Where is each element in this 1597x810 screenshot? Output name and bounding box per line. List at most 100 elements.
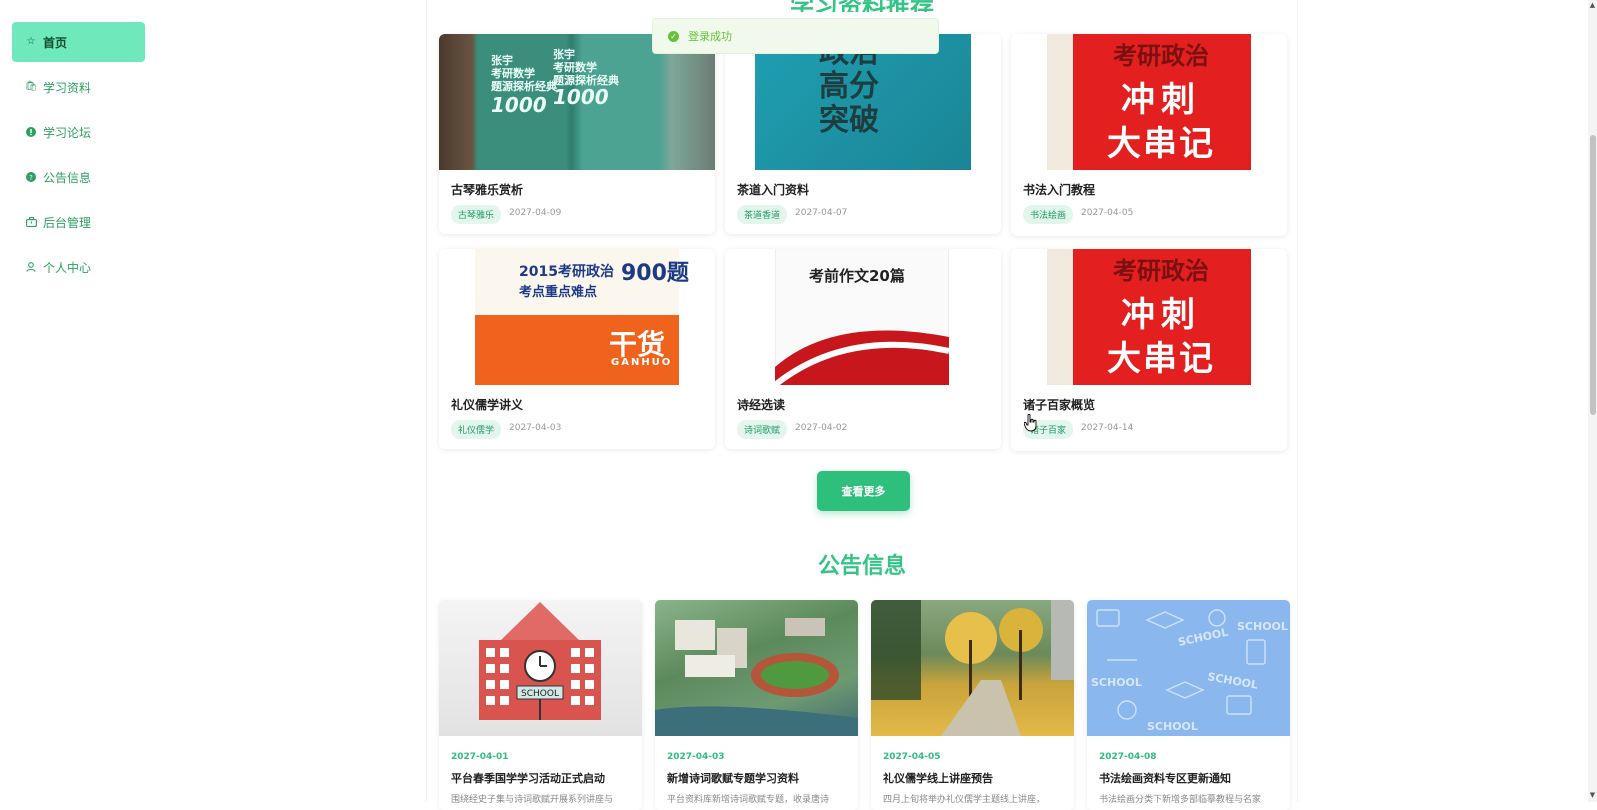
material-card[interactable]: 考研政治 冲刺 大串记 诸子百家概览 诸子百家 2027-04-14: [1011, 249, 1287, 451]
material-cover-image: 考研政治 冲刺 大串记: [1011, 249, 1287, 385]
cover-text-line: GANHUO: [611, 357, 673, 368]
briefcase-icon: [25, 216, 37, 228]
pattern-school-text: SCHOOL: [1091, 676, 1142, 689]
notice-date: 2027-04-03: [667, 752, 725, 762]
star-icon: ☆: [26, 36, 36, 47]
material-date: 2027-04-02: [795, 423, 848, 433]
material-title: 书法入门教程: [1023, 183, 1096, 197]
notice-date: 2027-04-05: [883, 752, 941, 762]
material-tag: 古琴雅乐: [451, 205, 502, 224]
sidebar-item-label: 公告信息: [43, 170, 92, 185]
sidebar-item-forum[interactable]: 学习论坛: [12, 112, 145, 152]
login-success-toast: ✓ 登录成功: [652, 18, 939, 54]
notice-date: 2027-04-08: [1099, 752, 1157, 762]
cover-text-line: 考研数学: [553, 61, 597, 74]
material-title: 礼仪儒学讲义: [451, 398, 524, 412]
cover-text-line: 1000: [553, 85, 609, 109]
sidebar-item-materials[interactable]: 🛍 学习资料: [12, 67, 145, 107]
material-title: 诸子百家概览: [1023, 398, 1096, 412]
cover-text-line: 考研政治: [1113, 257, 1209, 285]
material-card[interactable]: 政治 高分 突破 茶道入门资料 茶道香道 2027-04-07: [725, 34, 1001, 234]
materials-heading: 学习资料推荐: [427, 0, 1297, 12]
cover-text-line: 张宇: [553, 48, 575, 61]
notice-date: 2027-04-01: [451, 752, 509, 762]
success-check-icon: ✓: [668, 30, 679, 42]
material-cover-image: 2015考研政治 900题 考点重点难点 干货 GANHUO: [439, 249, 715, 385]
notice-excerpt: 书法绘画分类下新增多部临摹教程与名家: [1099, 795, 1262, 805]
material-tag: 礼仪儒学: [451, 420, 502, 439]
notice-title: 新增诗词歌赋专题学习资料: [667, 772, 799, 785]
material-card[interactable]: 张宇 考研数学 题源探析经典 1000 张宇 考研数学 题源探析经典 1000 …: [439, 34, 715, 234]
material-date: 2027-04-09: [509, 208, 562, 218]
cover-text-line: 900题: [621, 261, 689, 286]
sidebar-item-profile[interactable]: 个人中心: [12, 247, 145, 287]
bag-icon: 🛍: [24, 81, 38, 92]
cover-text-line: 大串记: [1107, 124, 1215, 164]
view-more-button[interactable]: 查看更多: [817, 471, 910, 511]
material-tag: 茶道香道: [737, 205, 788, 224]
sidebar-item-home[interactable]: ☆ 首页: [12, 22, 145, 62]
material-cover-image: 政治 高分 突破: [725, 34, 1001, 170]
cover-text-line: 大串记: [1107, 339, 1215, 379]
material-cover-image: 考前作文20篇: [725, 249, 1001, 385]
scroll-down-arrow-icon[interactable]: ▼: [1588, 790, 1597, 800]
sidebar-item-label: 个人中心: [43, 260, 92, 275]
content-column: 学习资料推荐 张宇 考研数学 题源探析经典 1000 张宇 考研数学 题源探析经…: [426, 0, 1298, 810]
sidebar-item-notices[interactable]: ? 公告信息: [12, 157, 145, 197]
scroll-up-arrow-icon[interactable]: ▲: [1588, 0, 1597, 10]
pattern-school-text: SCHOOL: [1147, 720, 1198, 733]
sidebar-item-label: 学习论坛: [43, 125, 92, 140]
notice-card[interactable]: SCHOOL SCHOOL SCHOOL SCHOOL SCHOOL 2027-…: [1087, 600, 1290, 810]
cover-text-line: 考前作文20篇: [809, 267, 905, 285]
sidebar-item-label: 首页: [43, 35, 68, 50]
material-tag: 书法绘画: [1023, 205, 1074, 224]
material-title: 古琴雅乐赏析: [451, 183, 524, 197]
cover-text-line: 张宇: [491, 54, 513, 67]
user-icon: [25, 261, 37, 273]
cover-text-line: 题源探析经典: [491, 80, 557, 93]
material-title: 诗经选读: [737, 398, 786, 412]
cover-text-line: 2015考研政治: [519, 264, 614, 280]
cover-text-line: 考研政治: [1113, 42, 1209, 70]
material-card[interactable]: 考前作文20篇 诗经选读 诗词歌赋 2027-04-02: [725, 249, 1001, 449]
notice-image: [655, 600, 858, 736]
material-title: 茶道入门资料: [737, 183, 810, 197]
sidebar-item-label: 学习资料: [43, 80, 92, 95]
hand-cursor-icon: [1024, 414, 1037, 432]
cover-text-line: 突破: [819, 103, 879, 138]
material-date: 2027-04-03: [509, 423, 562, 433]
notices-heading: 公告信息: [817, 554, 906, 579]
sidebar-item-label: 后台管理: [43, 215, 92, 230]
sidebar: ☆ 首页 🛍 学习资料 学习论坛 ? 公告信息 后台管理 个人中心: [2, 2, 153, 799]
notice-excerpt: 围绕经史子集与诗词歌赋开展系列讲座与: [451, 795, 614, 805]
notice-excerpt: 四月上旬将举办礼仪儒学主题线上讲座，: [883, 795, 1046, 805]
material-date: 2027-04-07: [795, 208, 848, 218]
notice-card[interactable]: 2027-04-05 礼仪儒学线上讲座预告 四月上旬将举办礼仪儒学主题线上讲座，: [871, 600, 1074, 810]
cover-text-line: 高分: [819, 69, 879, 104]
cover-text-line: 1000: [491, 93, 547, 117]
material-date: 2027-04-14: [1081, 423, 1134, 433]
notice-title: 礼仪儒学线上讲座预告: [883, 772, 993, 785]
toast-message: 登录成功: [688, 30, 732, 43]
scrollbar-thumb[interactable]: [1590, 135, 1596, 415]
notice-image: [871, 600, 1074, 736]
notice-image: SCHOOL: [439, 600, 642, 736]
material-cover-image: 考研政治 冲刺 大串记: [1011, 34, 1287, 170]
material-date: 2027-04-05: [1081, 208, 1134, 218]
cover-text-line: 考点重点难点: [519, 285, 598, 300]
notice-image: SCHOOL SCHOOL SCHOOL SCHOOL SCHOOL: [1087, 600, 1290, 736]
material-cover-image: 张宇 考研数学 题源探析经典 1000 张宇 考研数学 题源探析经典 1000: [439, 34, 715, 170]
notice-card[interactable]: SCHOOL 2027-04-01 平台春季国学学习活动正式启动 围绕经史子集与…: [439, 600, 642, 810]
material-card[interactable]: 2015考研政治 900题 考点重点难点 干货 GANHUO 礼仪儒学讲义 礼仪…: [439, 249, 715, 449]
material-card[interactable]: 考研政治 冲刺 大串记 书法入门教程 书法绘画 2027-04-05: [1011, 34, 1287, 236]
cover-text-line: 考研数学: [491, 67, 535, 80]
material-tag: 诗词歌赋: [737, 420, 788, 439]
question-circle-icon: ?: [25, 171, 37, 183]
school-sign-text: SCHOOL: [521, 689, 559, 699]
sidebar-item-admin[interactable]: 后台管理: [12, 202, 145, 242]
notice-card[interactable]: 2027-04-03 新增诗词歌赋专题学习资料 平台资料库新增诗词歌赋专题，收录…: [655, 600, 858, 810]
main-area: 学习资料推荐 张宇 考研数学 题源探析经典 1000 张宇 考研数学 题源探析经…: [152, 0, 1593, 810]
cover-text-line: 冲刺: [1121, 80, 1201, 120]
notice-title: 平台春季国学学习活动正式启动: [451, 772, 605, 785]
info-circle-icon: [25, 126, 37, 138]
